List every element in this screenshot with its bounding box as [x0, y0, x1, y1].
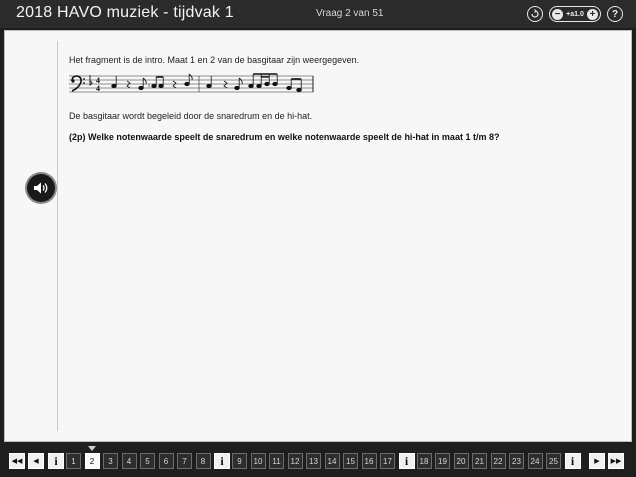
- question-button-8[interactable]: 8: [195, 453, 211, 469]
- previous-question-button[interactable]: ◀: [28, 453, 44, 469]
- question-button-18[interactable]: 18: [416, 453, 432, 469]
- measure-1-notes: ♮: [111, 73, 193, 91]
- question-button-23[interactable]: 23: [509, 453, 524, 469]
- svg-text:♮: ♮: [148, 83, 150, 90]
- question-button-9[interactable]: 9: [232, 453, 247, 469]
- help-button[interactable]: ?: [607, 6, 623, 22]
- question-button-13[interactable]: 13: [306, 453, 321, 469]
- next-question-button[interactable]: ▶: [589, 453, 605, 469]
- question-button-21[interactable]: 21: [472, 453, 487, 469]
- question-navigation: ◀◀ ◀ ▶ ▶▶ i 1 2 3 4 5 6 7 8 i 9 10 11 12 13 14 15 16 17 i 18…: [0, 444, 636, 477]
- question-button-6[interactable]: 6: [158, 453, 174, 469]
- question-button-22[interactable]: 22: [490, 453, 506, 469]
- question-panel: Het fragment is de intro. Maat 1 en 2 va…: [4, 30, 632, 442]
- exam-title: 2018 HAVO muziek - tijdvak 1: [16, 4, 234, 21]
- question-content: Het fragment is de intro. Maat 1 en 2 va…: [69, 55, 609, 142]
- question-button-25[interactable]: 25: [546, 453, 561, 469]
- question-button-20[interactable]: 20: [453, 453, 469, 469]
- bass-guitar-score: 4 4 ♮: [69, 73, 314, 93]
- question-button-15[interactable]: 15: [343, 453, 358, 469]
- speaker-icon: [34, 182, 48, 194]
- intro-text: Het fragment is de intro. Maat 1 en 2 va…: [69, 55, 360, 65]
- first-question-button[interactable]: ◀◀: [9, 453, 25, 469]
- question-button-3[interactable]: 3: [103, 453, 118, 469]
- question-button-16[interactable]: 16: [361, 453, 377, 469]
- header-bar: 2018 HAVO muziek - tijdvak 1 Vraag 2 van…: [0, 0, 636, 28]
- accompaniment-text: De basgitaar wordt begeleid door de snar…: [69, 111, 313, 121]
- audio-play-button[interactable]: [27, 174, 55, 202]
- zoom-control: − +a1.0 +: [549, 6, 601, 22]
- zoom-out-button[interactable]: −: [552, 8, 563, 20]
- bass-clef-icon: [71, 75, 85, 92]
- help-icon: ?: [611, 8, 619, 20]
- question-button-4[interactable]: 4: [121, 453, 137, 469]
- info-page-button[interactable]: i: [214, 453, 230, 469]
- zoom-in-button[interactable]: +: [587, 8, 598, 20]
- current-question-marker: [88, 446, 96, 451]
- question-button-24[interactable]: 24: [527, 453, 543, 469]
- info-page-button[interactable]: i: [564, 453, 581, 469]
- question-button-2[interactable]: 2: [84, 453, 100, 469]
- question-button-1[interactable]: 1: [66, 453, 81, 469]
- question-button-14[interactable]: 14: [324, 453, 340, 469]
- question-button-7[interactable]: 7: [177, 453, 192, 469]
- time-signature-bottom: 4: [96, 84, 100, 93]
- info-page-button[interactable]: i: [398, 453, 415, 469]
- question-button-17[interactable]: 17: [380, 453, 395, 469]
- info-page-button[interactable]: i: [48, 453, 64, 469]
- question-counter: Vraag 2 van 51: [316, 8, 384, 19]
- zoom-level: +a1.0: [566, 10, 584, 18]
- last-question-button[interactable]: ▶▶: [608, 453, 624, 469]
- question-button-12[interactable]: 12: [287, 453, 303, 469]
- question-button-10[interactable]: 10: [250, 453, 266, 469]
- back-arrow-glyph: [531, 9, 539, 18]
- panel-divider: [57, 41, 58, 431]
- question-button-5[interactable]: 5: [140, 453, 155, 469]
- back-circle-icon[interactable]: [527, 6, 543, 22]
- question-button-19[interactable]: 19: [435, 453, 450, 469]
- measure-2-notes: [206, 73, 302, 93]
- question-text: (2p) Welke notenwaarde speelt de snaredr…: [69, 132, 500, 142]
- question-button-11[interactable]: 11: [269, 453, 284, 469]
